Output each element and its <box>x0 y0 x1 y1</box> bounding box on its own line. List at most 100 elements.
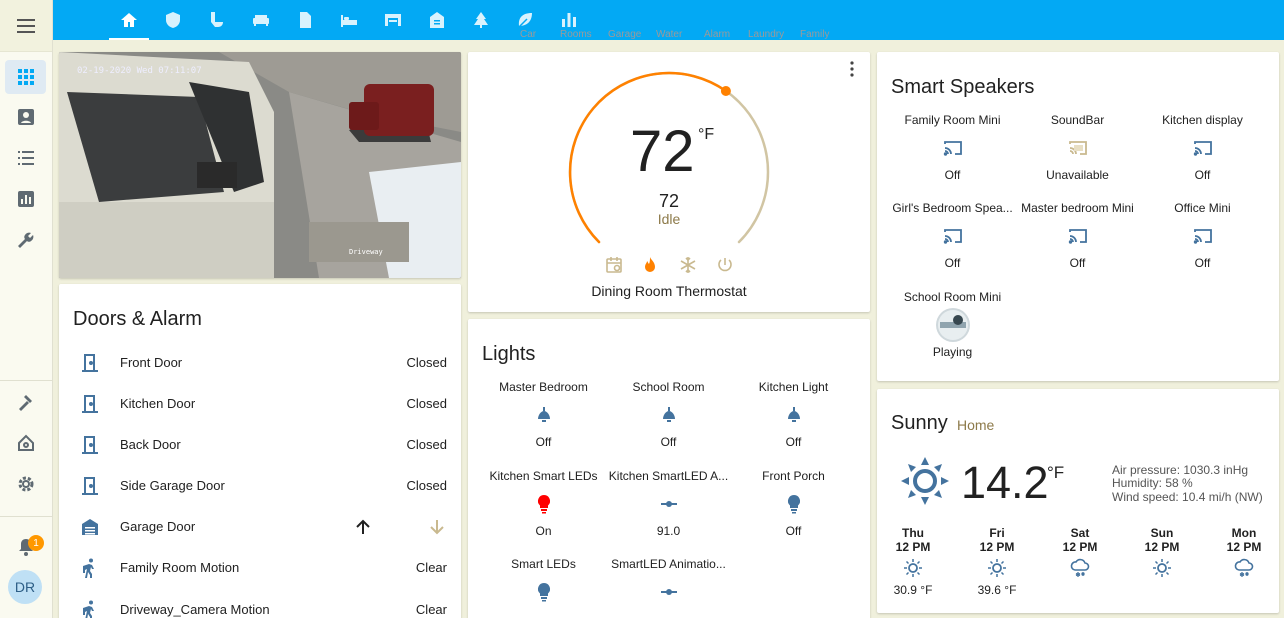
thermostat-card: 72 °F 72 Idle Dining Room Thermostat <box>468 52 870 312</box>
snowy-icon <box>1070 558 1090 577</box>
entity-name: Family Room Motion <box>120 560 240 575</box>
wrench-icon <box>17 232 33 248</box>
light-tile[interactable]: SmartLED Animatio... <box>606 557 731 618</box>
shield-icon <box>166 12 180 28</box>
speaker-tile[interactable]: Kitchen display Off <box>1140 113 1265 183</box>
cast-icon <box>1068 229 1087 244</box>
forecast-item: Sat 12 PM <box>1052 526 1108 583</box>
tile-state: Off <box>535 435 552 449</box>
entity-row-family-room-motion[interactable]: Family Room Motion Clear <box>59 547 461 588</box>
dial-handle[interactable] <box>720 86 731 96</box>
tab-living-room[interactable] <box>241 0 281 40</box>
lights-card-title: Lights <box>482 343 536 365</box>
speaker-tile[interactable]: Family Room Mini Off <box>890 113 1015 183</box>
tab-outdoor[interactable] <box>461 0 501 40</box>
cool-mode-icon[interactable] <box>678 255 698 275</box>
door-closed-icon <box>82 353 98 372</box>
entity-row-kitchen-door[interactable]: Kitchen Door Closed <box>59 383 461 424</box>
camera-timestamp: 02-19-2020 Wed 07:11:07 <box>77 66 202 76</box>
tile-name: SoundBar <box>1050 113 1105 127</box>
walk-icon <box>83 600 94 618</box>
tile-state: On <box>535 524 552 538</box>
entity-name: Driveway_Camera Motion <box>120 602 270 617</box>
target-temperature: 72 <box>630 119 695 184</box>
camera-feed[interactable]: 02-19-2020 Wed 07:11:07 Driveway <box>59 52 461 278</box>
speaker-tile[interactable]: Girl's Bedroom Spea... Off <box>890 201 1015 271</box>
tile-state: Off <box>785 524 802 538</box>
weather-card[interactable]: Sunny Home 14.2 °F Air pressure: 1030.3 … <box>877 389 1279 613</box>
forecast-day: Sat <box>1070 526 1090 540</box>
tab-home[interactable] <box>109 0 149 40</box>
cast-icon <box>1193 229 1212 244</box>
ghost-tab-labels: Car Rooms Garage Water Alarm Laundry Fam… <box>520 29 840 41</box>
light-tile[interactable]: School Room Off <box>606 380 731 450</box>
light-tile[interactable]: Kitchen SmartLED A... 91.0 <box>606 469 731 539</box>
speaker-tile[interactable]: Master bedroom Mini Off <box>1015 201 1140 271</box>
sunny-icon <box>901 457 949 505</box>
lightbulb-icon <box>537 582 550 602</box>
speaker-tile[interactable]: Office Mini Off <box>1140 201 1265 271</box>
forecast-item: Fri 12 PM 39.6 °F <box>969 526 1025 597</box>
camera-watermark: Driveway <box>349 248 383 256</box>
entity-row-front-door[interactable]: Front Door Closed <box>59 342 461 383</box>
sidebar-item-developer-tools[interactable] <box>5 385 46 419</box>
tab-garage[interactable] <box>373 0 413 40</box>
ray-vertex-icon <box>660 589 677 595</box>
sidebar-item-history[interactable] <box>5 182 46 216</box>
tile-name: Girl's Bedroom Spea... <box>892 201 1013 215</box>
tab-house[interactable] <box>417 0 457 40</box>
ghost-tab-6: Family <box>800 29 830 40</box>
power-off-icon[interactable] <box>715 255 735 275</box>
gear-icon <box>18 476 33 492</box>
sidebar-item-logbook[interactable] <box>5 141 46 175</box>
tab-bedroom[interactable] <box>329 0 369 40</box>
list-icon <box>17 151 34 165</box>
tab-security[interactable] <box>153 0 193 40</box>
entity-row-driveway-camera-motion[interactable]: Driveway_Camera Motion Clear <box>59 589 461 618</box>
tile-state <box>481 612 606 618</box>
tab-bathroom[interactable] <box>197 0 237 40</box>
tile-name: Kitchen display <box>1162 113 1243 127</box>
entity-state: Closed <box>406 437 447 452</box>
tab-files[interactable] <box>285 0 325 40</box>
bed-icon <box>341 15 357 27</box>
lightbulb-icon <box>537 494 550 514</box>
light-tile[interactable]: Kitchen Smart LEDs On <box>481 469 606 539</box>
door-closed-icon <box>82 435 98 454</box>
album-art-thumbnail <box>935 308 970 342</box>
more-options-icon[interactable] <box>848 61 856 77</box>
target-unit: °F <box>698 126 715 143</box>
entity-row-side-garage-door[interactable]: Side Garage Door Closed <box>59 465 461 506</box>
open-cover-button[interactable] <box>353 517 373 537</box>
tile-name: Family Room Mini <box>904 113 1001 127</box>
entity-row-back-door[interactable]: Back Door Closed <box>59 424 461 465</box>
heat-mode-icon[interactable] <box>640 255 660 275</box>
schedule-mode-icon[interactable] <box>604 255 624 275</box>
entity-state: Closed <box>406 478 447 493</box>
speaker-tile[interactable]: SoundBar Unavailable <box>1015 113 1140 183</box>
smart-speakers-card: Smart Speakers Family Room Mini Off Soun… <box>877 52 1279 381</box>
ceiling-light-icon <box>537 407 550 422</box>
entity-row-garage-door[interactable]: Garage Door <box>59 506 461 547</box>
sidebar-item-tools[interactable] <box>5 223 46 257</box>
tile-state: Off <box>660 435 677 449</box>
light-tile[interactable]: Master Bedroom Off <box>481 380 606 450</box>
sidebar-item-supervisor[interactable] <box>5 426 46 460</box>
close-cover-button[interactable] <box>427 517 447 537</box>
notification-badge: 1 <box>28 535 44 551</box>
light-tile[interactable]: Front Porch Off <box>731 469 856 539</box>
weather-unit: °F <box>1047 463 1065 482</box>
tile-name: Front Porch <box>762 469 825 483</box>
entity-name: Front Door <box>120 355 183 370</box>
menu-button[interactable] <box>0 0 52 52</box>
user-avatar[interactable]: DR <box>8 570 42 604</box>
sidebar-item-overview[interactable] <box>5 60 46 94</box>
forecast-hour: 12 PM <box>979 540 1015 554</box>
sidebar-item-settings[interactable] <box>5 467 46 501</box>
sidebar-item-map[interactable] <box>5 100 46 134</box>
tile-name: School Room Mini <box>903 290 1002 304</box>
speaker-tile[interactable]: School Room Mini Playing <box>890 290 1015 360</box>
light-tile[interactable]: Smart LEDs <box>481 557 606 618</box>
light-tile[interactable]: Kitchen Light Off <box>731 380 856 450</box>
tile-name: Office Mini <box>1174 201 1231 215</box>
